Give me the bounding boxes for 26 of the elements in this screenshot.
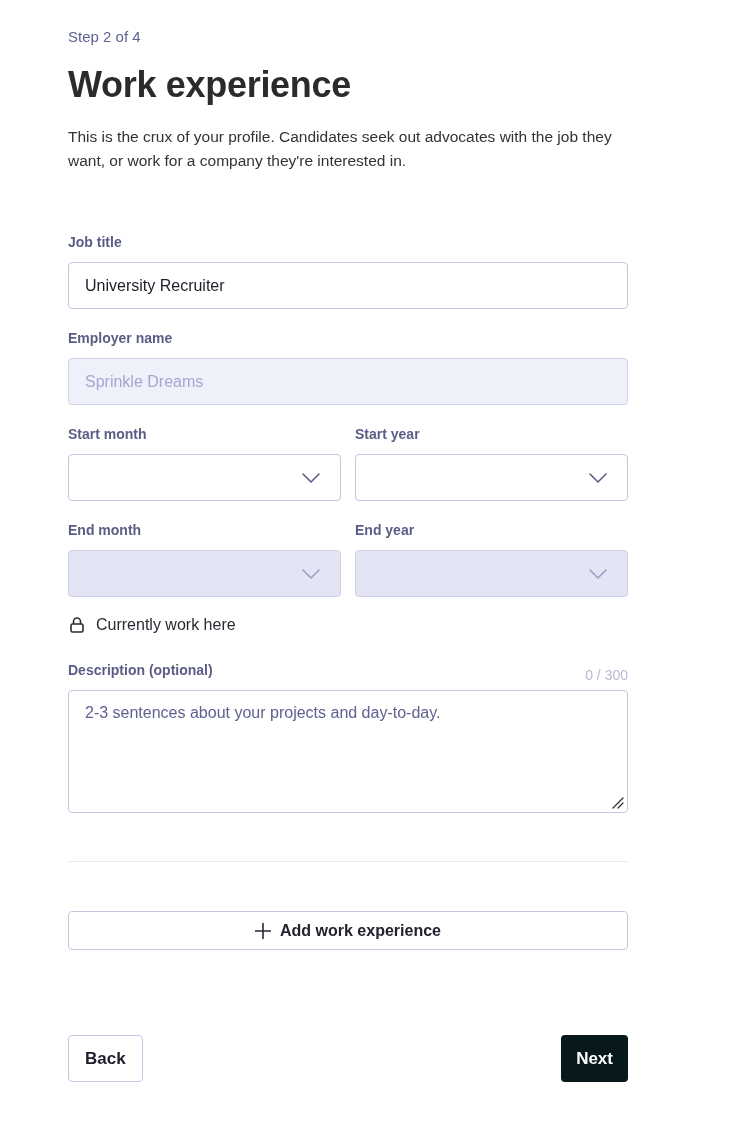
field-label: End year [355, 521, 415, 539]
field-label: Description (optional) [68, 661, 213, 679]
character-counter: 0 / 300 [585, 666, 628, 684]
back-button[interactable]: Back [68, 1035, 143, 1082]
page-title: Work experience [68, 63, 351, 107]
text-field[interactable]: University Recruiter [68, 262, 628, 309]
field-label: Start year [355, 425, 420, 443]
field-label: Employer name [68, 329, 173, 347]
chevron-down-icon [589, 568, 607, 579]
next-button[interactable]: Next [561, 1035, 628, 1082]
chevron-down-icon [302, 472, 320, 483]
chevron-down-icon [589, 472, 607, 483]
chevron-down-icon [302, 568, 320, 579]
lock-icon [70, 617, 84, 633]
description-field[interactable]: 2-3 sentences about your projects and day-to-day. [68, 690, 628, 813]
plus-icon [255, 922, 271, 939]
current-job-label[interactable]: Currently work here [96, 613, 236, 637]
add-experience-button[interactable]: Add work experience [68, 911, 628, 950]
dropdown-field[interactable] [68, 454, 341, 501]
page-description: This is the crux of your profile. Candidates seek out advocates with the job they want, or work for a company they're interested in. [68, 127, 613, 171]
field-label: Start month [68, 425, 147, 443]
dropdown-field[interactable] [355, 454, 628, 501]
step-indicator: Step 2 of 4 [68, 28, 141, 46]
field-label: End month [68, 521, 142, 539]
field-label: Job title [68, 233, 122, 251]
resize-grip-icon[interactable] [612, 797, 624, 809]
